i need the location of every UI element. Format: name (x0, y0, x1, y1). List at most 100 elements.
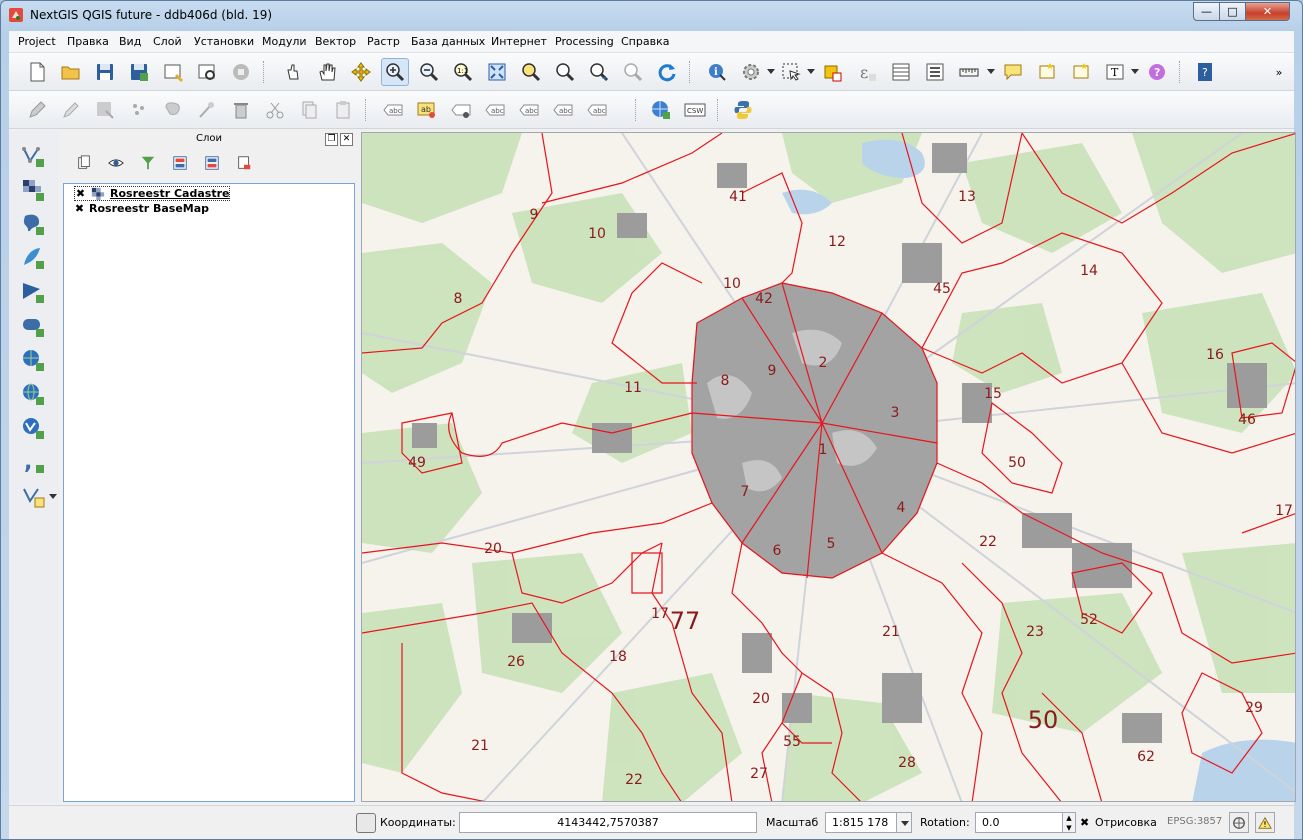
add-vector-layer-button[interactable] (17, 141, 49, 171)
zoom-full-button[interactable] (483, 58, 511, 86)
zoom-out-button[interactable] (415, 58, 443, 86)
attribute-table-button[interactable] (887, 58, 915, 86)
new-print-layout-button[interactable] (159, 58, 187, 86)
show-hide-labels-button[interactable]: abc (481, 96, 509, 124)
layer-item-basemap[interactable]: ✖ Rosreestr BaseMap (74, 201, 209, 216)
add-mssql-layer-button[interactable] (17, 277, 49, 307)
paste-features-button[interactable] (329, 96, 357, 124)
show-bookmarks-button[interactable] (1067, 58, 1095, 86)
menu-edit[interactable]: Правка (67, 35, 109, 48)
menu-processing[interactable]: Processing (555, 35, 614, 48)
add-delimited-text-button[interactable]: , (17, 447, 49, 477)
help-contents-button[interactable]: ? (1191, 58, 1219, 86)
new-bookmark-button[interactable] (1033, 58, 1061, 86)
scale-combo[interactable]: 1:815 178 (825, 812, 897, 833)
zoom-next-button[interactable] (619, 58, 647, 86)
expression-button[interactable]: ε (853, 58, 881, 86)
zoom-last-button[interactable] (585, 58, 613, 86)
toolbar-overflow-button[interactable]: » (1271, 58, 1287, 86)
whats-this-button[interactable]: ? (1143, 58, 1171, 86)
scale-dropdown-icon[interactable] (896, 812, 912, 833)
add-oracle-layer-button[interactable] (17, 311, 49, 341)
zoom-to-layer-button[interactable] (551, 58, 579, 86)
layer-visibility-checkbox[interactable]: ✖ (74, 202, 85, 215)
change-label-button[interactable]: abc (583, 96, 611, 124)
zoom-native-button[interactable]: 1:1 (449, 58, 477, 86)
vertex-tool-button[interactable] (193, 96, 221, 124)
copy-features-button[interactable] (295, 96, 323, 124)
action-button[interactable] (737, 58, 765, 86)
map-tips-button[interactable] (999, 58, 1027, 86)
add-raster-layer-button[interactable] (17, 175, 49, 205)
measure-dropdown-icon[interactable] (987, 69, 995, 74)
undock-panel-button[interactable]: ❐ (325, 133, 338, 146)
statistics-button[interactable] (921, 58, 949, 86)
refresh-button[interactable] (653, 58, 681, 86)
measure-button[interactable] (955, 58, 983, 86)
filter-legend-button[interactable] (137, 152, 159, 174)
menu-raster[interactable]: Растр (367, 35, 400, 48)
new-project-button[interactable] (23, 58, 51, 86)
pan-to-selection-button[interactable] (347, 58, 375, 86)
python-console-button[interactable] (729, 96, 757, 124)
zoom-to-selection-button[interactable] (517, 58, 545, 86)
add-postgis-layer-button[interactable] (17, 209, 49, 239)
menu-web[interactable]: Интернет (491, 35, 547, 48)
toggle-edit-button[interactable] (57, 96, 85, 124)
crs-status[interactable]: EPSG:3857 (1167, 816, 1222, 827)
add-wfs-layer-button[interactable] (17, 413, 49, 443)
rotation-field[interactable]: 0.0 (975, 812, 1063, 833)
add-group-button[interactable] (73, 152, 95, 174)
render-checkbox[interactable]: ✖ (1080, 816, 1089, 829)
new-layer-dropdown-icon[interactable] (49, 494, 57, 499)
open-project-button[interactable] (57, 58, 85, 86)
annotation-dropdown-icon[interactable] (1131, 69, 1139, 74)
cut-features-button[interactable] (261, 96, 289, 124)
manage-visibility-button[interactable] (105, 152, 127, 174)
move-label-button[interactable]: abc (515, 96, 543, 124)
add-polygon-button[interactable] (159, 96, 187, 124)
map-canvas[interactable]: 9 10 41 13 12 10 42 45 14 8 2 9 16 11 8 … (361, 132, 1296, 802)
menu-plugins[interactable]: Модули (262, 35, 307, 48)
coords-field[interactable]: 4143442,7570387 (459, 812, 757, 833)
maximize-button[interactable]: □ (1219, 2, 1246, 21)
new-layer-button[interactable] (17, 481, 49, 511)
touch-zoom-button[interactable] (279, 58, 307, 86)
messages-button[interactable] (1255, 812, 1275, 833)
save-as-button[interactable] (125, 58, 153, 86)
label-tool-button[interactable]: ab (413, 96, 441, 124)
menu-database[interactable]: База данных (411, 35, 485, 48)
add-spatialite-layer-button[interactable] (17, 243, 49, 273)
identify-button[interactable]: i (703, 58, 731, 86)
zoom-in-button[interactable] (381, 58, 409, 86)
action-dropdown-icon[interactable] (767, 69, 775, 74)
remove-layer-button[interactable] (233, 152, 255, 174)
pin-labels-button[interactable] (447, 96, 475, 124)
layer-labeling-button[interactable]: abc (379, 96, 407, 124)
crs-globe-button[interactable] (1229, 812, 1249, 833)
deselect-button[interactable] (819, 58, 847, 86)
add-wcs-layer-button[interactable] (17, 379, 49, 409)
delete-selected-button[interactable] (227, 96, 255, 124)
rotation-spinner[interactable]: ▲ ▼ (1062, 812, 1076, 833)
menu-settings[interactable]: Установки (194, 35, 254, 48)
save-project-button[interactable] (91, 58, 119, 86)
save-edits-button[interactable] (91, 96, 119, 124)
rotate-label-button[interactable]: abc (549, 96, 577, 124)
style-manager-button[interactable] (227, 58, 255, 86)
add-point-button[interactable] (125, 96, 153, 124)
close-button[interactable]: ✕ (1245, 2, 1290, 21)
layout-manager-button[interactable] (193, 58, 221, 86)
expand-all-button[interactable] (169, 152, 191, 174)
minimize-button[interactable]: — (1193, 2, 1220, 21)
title-bar[interactable]: NextGIS QGIS future - ddb406d (bld. 19) … (1, 1, 1302, 31)
select-features-button[interactable] (777, 58, 805, 86)
menu-layer[interactable]: Слой (153, 35, 182, 48)
menu-help[interactable]: Справка (621, 35, 669, 48)
menu-vector[interactable]: Вектор (315, 35, 356, 48)
collapse-all-button[interactable] (201, 152, 223, 174)
csw-button[interactable]: CSW (681, 96, 709, 124)
text-annotation-button[interactable]: T (1101, 58, 1129, 86)
pan-map-button[interactable] (313, 58, 341, 86)
menu-view[interactable]: Вид (119, 35, 141, 48)
